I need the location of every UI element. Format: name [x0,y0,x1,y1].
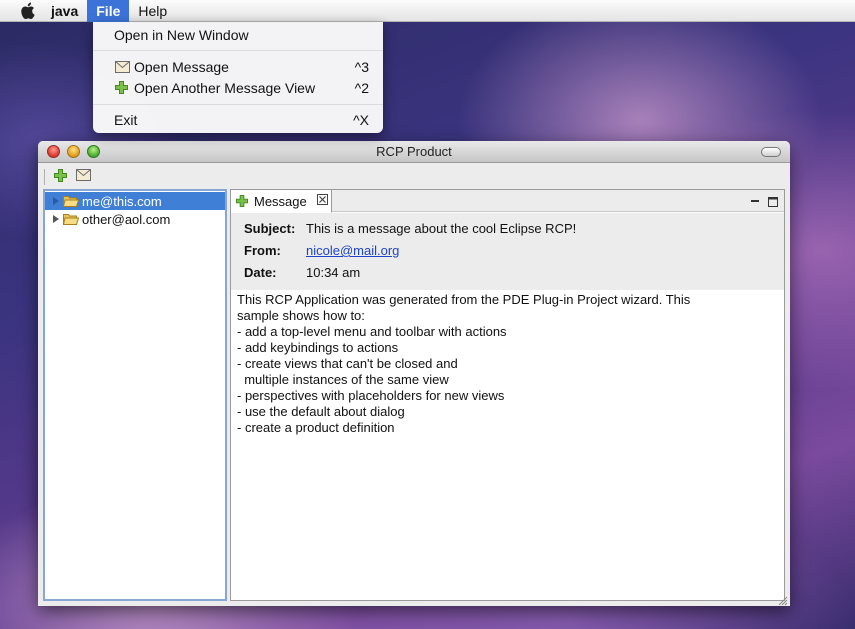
expand-arrow-icon[interactable] [53,215,59,223]
open-message-toolbar-button[interactable] [76,169,92,184]
message-view: Message Subject: This is a message about… [230,189,785,601]
date-label: Date: [244,265,277,280]
menu-item-open-message[interactable]: Open Message ^3 [93,56,383,77]
resize-grip-icon[interactable] [778,594,788,606]
menu-separator [93,50,383,51]
menu-item-label: Open in New Window [114,26,249,43]
expand-arrow-icon[interactable] [53,197,59,205]
green-plus-icon [115,81,129,94]
navigation-tree[interactable]: me@this.com other@aol.com [43,189,227,601]
menu-item-label: Open Another Message View [134,79,316,96]
date-value: 10:34 am [306,265,361,280]
green-plus-icon [236,195,248,207]
tree-item-label: other@aol.com [82,211,171,227]
minimize-view-icon[interactable] [750,195,760,205]
message-body[interactable]: This RCP Application was generated from … [237,292,777,436]
file-dropdown: Open in New Window Open Message ^3 Open … [93,22,383,133]
menu-separator [93,104,383,105]
from-email-link[interactable]: nicole@mail.org [306,243,399,258]
view-tab-bar: Message [231,190,784,213]
envelope-icon [76,169,91,184]
open-another-view-toolbar-button[interactable] [54,169,70,184]
shortcut-text: ^X [353,111,369,128]
app-menu[interactable]: java [42,0,87,22]
message-header: Subject: This is a message about the coo… [231,213,784,290]
menu-bar: java File Help [0,0,855,22]
subject-label: Subject: [244,221,296,236]
file-menu[interactable]: File [87,0,130,22]
subject-value: This is a message about the cool Eclipse… [306,221,577,236]
tab-message[interactable]: Message [231,190,332,213]
menu-item-open-another-message-view[interactable]: Open Another Message View ^2 [93,77,383,98]
tab-label: Message [254,194,307,209]
close-tab-icon[interactable] [317,194,328,208]
apple-icon[interactable] [12,0,42,22]
green-plus-icon [54,169,67,185]
shortcut-text: ^3 [354,58,369,75]
folder-icon [62,195,80,207]
app-window: RCP Product me@this.com other@aol.com Me… [38,141,790,606]
from-label: From: [244,243,281,258]
folder-icon [62,213,80,225]
menu-item-label: Exit [114,111,138,128]
menu-item-label: Open Message [134,58,229,75]
title-bar[interactable]: RCP Product [38,141,790,163]
maximize-view-icon[interactable] [768,195,778,207]
tree-item[interactable]: other@aol.com [45,210,225,228]
envelope-icon [115,60,130,73]
menu-item-exit[interactable]: Exit ^X [93,109,383,130]
toolbar [38,164,790,189]
tree-item-label: me@this.com [82,193,162,209]
menu-item-open-in-new-window[interactable]: Open in New Window [93,24,383,45]
toolbar-toggle-button[interactable] [761,147,781,157]
shortcut-text: ^2 [354,79,369,96]
help-menu[interactable]: Help [129,0,176,22]
window-title: RCP Product [376,144,452,159]
toolbar-grip [44,169,45,185]
tree-item[interactable]: me@this.com [45,192,225,210]
